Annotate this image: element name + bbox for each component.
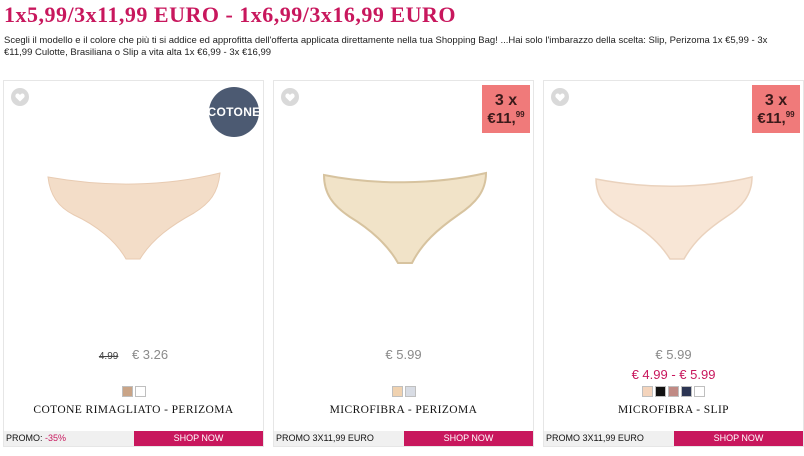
product-name[interactable]: MICROFIBRA - PERIZOMA (274, 404, 533, 416)
product-image[interactable] (304, 163, 504, 273)
product-name[interactable]: MICROFIBRA - SLIP (544, 404, 803, 416)
product-image[interactable] (574, 163, 774, 273)
shop-now-button[interactable]: SHOP NOW (134, 431, 263, 446)
card-footer: PROMO 3X11,99 EURO SHOP NOW (274, 431, 533, 446)
price-range: € 4.99 - € 5.99 (631, 367, 716, 382)
color-swatch[interactable] (391, 386, 403, 397)
product-card[interactable]: 3 x €11,99 € 5.99 € 4.99 - € 5.99 MICROF… (543, 80, 804, 447)
promo-label: PROMO: -35% (4, 431, 134, 446)
promo-badge: 3 x €11,99 (752, 85, 800, 133)
card-footer: PROMO 3X11,99 EURO SHOP NOW (544, 431, 803, 446)
color-swatch[interactable] (134, 386, 146, 397)
promo-badge-price: €11,99 (757, 109, 795, 127)
intro-text: Scegli il modello e il colore che più ti… (4, 35, 768, 58)
price-row: € 5.99 (274, 347, 533, 362)
current-price: € 5.99 (385, 347, 422, 362)
current-price: € 3.26 (131, 347, 169, 362)
old-price: 4.99 (98, 351, 119, 362)
color-swatch[interactable] (694, 386, 705, 397)
price-row: 4.99 € 3.26 (4, 347, 263, 362)
wishlist-heart-icon[interactable] (281, 88, 299, 106)
current-price: € 5.99 (655, 347, 692, 362)
promo-badge-price: €11,99 (487, 109, 525, 127)
wishlist-heart-icon[interactable] (551, 88, 569, 106)
shop-now-button[interactable]: SHOP NOW (404, 431, 533, 446)
color-swatch[interactable] (642, 386, 653, 397)
promo-badge-qty: 3 x (494, 91, 518, 109)
shop-now-button[interactable]: SHOP NOW (674, 431, 803, 446)
color-swatch[interactable] (681, 386, 692, 397)
wishlist-heart-icon[interactable] (11, 88, 29, 106)
promo-label: PROMO 3X11,99 EURO (544, 431, 674, 446)
color-swatches (544, 386, 803, 397)
color-swatch[interactable] (404, 386, 416, 397)
card-footer: PROMO: -35% SHOP NOW (4, 431, 263, 446)
promo-discount: -35% (45, 433, 67, 443)
color-swatch[interactable] (655, 386, 666, 397)
color-swatch[interactable] (121, 386, 133, 397)
color-swatches (4, 386, 263, 397)
price-row: € 5.99 (544, 347, 803, 362)
product-card[interactable]: COTONE 4.99 € 3.26 COTONE RIMAGLIATO - P… (3, 80, 264, 447)
product-name[interactable]: COTONE RIMAGLIATO - PERIZOMA (4, 404, 263, 416)
promo-label: PROMO 3X11,99 EURO (274, 431, 404, 446)
material-badge: COTONE (208, 87, 260, 137)
color-swatch[interactable] (668, 386, 679, 397)
promo-badge-qty: 3 x (764, 91, 788, 109)
product-image[interactable] (34, 163, 234, 273)
page-title: 1x5,99/3x11,99 EURO - 1x6,99/3x16,99 EUR… (4, 2, 456, 27)
color-swatches (274, 386, 533, 397)
product-card[interactable]: 3 x €11,99 € 5.99 MICROFIBRA - PERIZOMA … (273, 80, 534, 447)
promo-badge: 3 x €11,99 (482, 85, 530, 133)
